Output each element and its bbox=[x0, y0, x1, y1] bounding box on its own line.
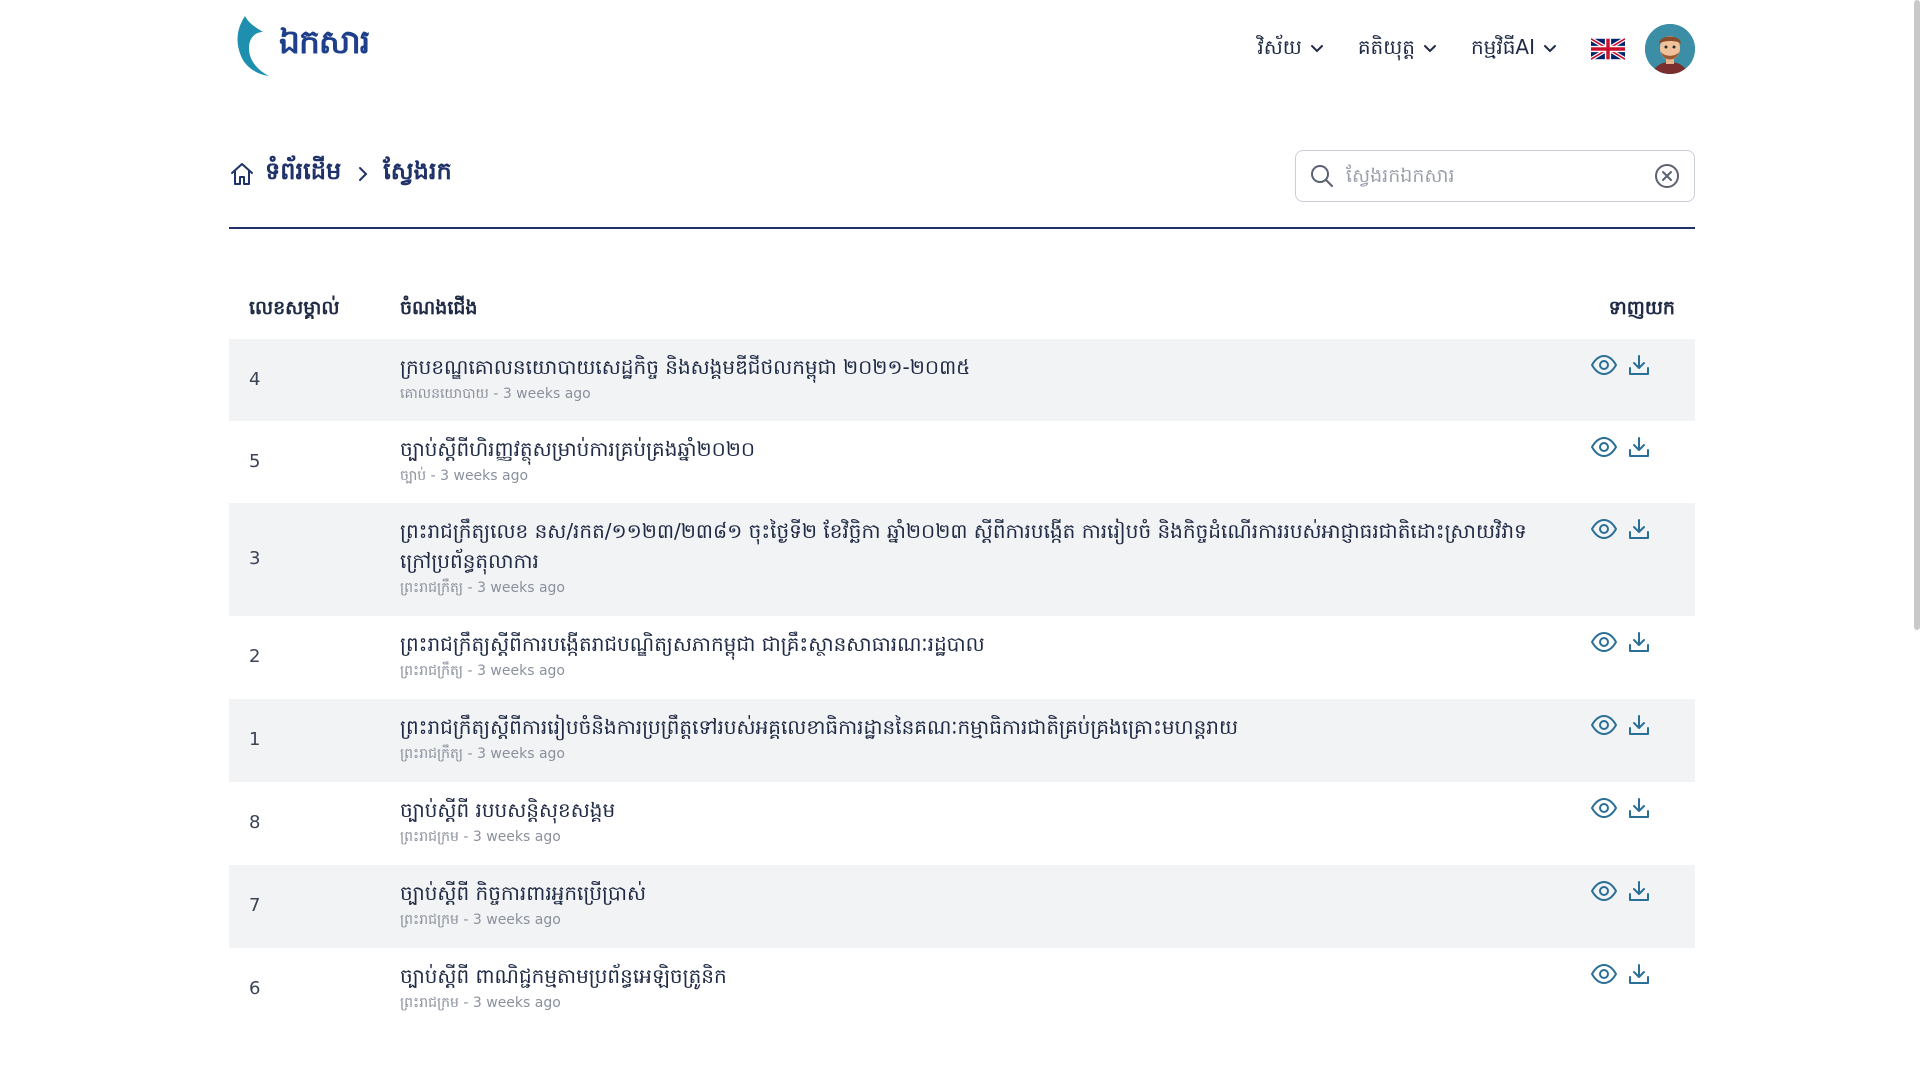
row-time: 3 weeks ago bbox=[502, 386, 591, 402]
row-time: 3 weeks ago bbox=[472, 829, 561, 845]
download-icon[interactable] bbox=[1627, 962, 1651, 986]
uk-flag-icon[interactable] bbox=[1591, 38, 1625, 60]
user-avatar[interactable] bbox=[1645, 24, 1695, 74]
row-category: ព្រះរាជក្រម bbox=[400, 912, 459, 928]
table-row[interactable]: 5 ច្បាប់ស្តីពីហិរញ្ញវត្ថុសម្រាប់ការគ្រប់… bbox=[229, 421, 1695, 503]
nav-item-label: វិស័យ bbox=[1257, 35, 1302, 59]
document-table: 4 ក្របខណ្ឌគោលនយោបាយសេដ្ឋកិច្ច និងសង្គមឌី… bbox=[229, 339, 1695, 1031]
row-title[interactable]: ព្រះរាជក្រឹត្យស្តីពីការរៀបចំនិងការប្រព្រ… bbox=[400, 712, 1545, 742]
nav-item-label: គតិយុត្ត bbox=[1357, 35, 1415, 59]
page-scrollbar[interactable] bbox=[1914, 0, 1920, 630]
table-row[interactable]: 2 ព្រះរាជក្រឹត្យស្តីពីការបង្កើតរាជបណ្ឌិត… bbox=[229, 616, 1695, 699]
row-meta: ព្រះរាជក្រឹត្យ - 3 weeks ago bbox=[400, 580, 565, 596]
view-eye-icon[interactable] bbox=[1591, 437, 1617, 457]
row-title[interactable]: ព្រះរាជក្រឹត្យលេខ នស/រកត/១១២៣/២៣៨១ ចុះថ្… bbox=[400, 516, 1545, 576]
row-time: 3 weeks ago bbox=[477, 746, 565, 762]
row-category: គោលនយោបាយ bbox=[400, 386, 489, 402]
row-category: ព្រះរាជក្រម bbox=[400, 829, 459, 845]
row-title[interactable]: ព្រះរាជក្រឹត្យស្តីពីការបង្កើតរាជបណ្ឌិត្យ… bbox=[400, 629, 1545, 659]
download-icon[interactable] bbox=[1627, 796, 1651, 820]
breadcrumb-row: ទំព័រដើម ស្វែងរក bbox=[229, 150, 1695, 204]
view-eye-icon[interactable] bbox=[1591, 798, 1617, 818]
row-meta: ព្រះរាជក្រម - 3 weeks ago bbox=[400, 912, 561, 928]
nav-item-ai-apps[interactable]: កម្មវិធីAI bbox=[1471, 34, 1557, 64]
breadcrumb-home-link[interactable]: ទំព័រដើម bbox=[265, 156, 341, 191]
row-category: ច្បាប់ bbox=[400, 468, 427, 484]
row-id: 8 bbox=[249, 812, 261, 833]
search-icon bbox=[1310, 164, 1334, 188]
view-eye-icon[interactable] bbox=[1591, 964, 1617, 984]
row-title[interactable]: ច្បាប់ស្តីពីហិរញ្ញវត្ថុសម្រាប់ការគ្រប់គ្… bbox=[400, 434, 1545, 464]
search-input[interactable] bbox=[1344, 164, 1654, 188]
logo-mark-icon bbox=[237, 16, 269, 76]
clear-search-icon[interactable] bbox=[1654, 163, 1680, 189]
view-eye-icon[interactable] bbox=[1591, 715, 1617, 735]
chevron-down-icon bbox=[1423, 44, 1437, 54]
row-id: 1 bbox=[249, 729, 261, 750]
table-row[interactable]: 4 ក្របខណ្ឌគោលនយោបាយសេដ្ឋកិច្ច និងសង្គមឌី… bbox=[229, 339, 1695, 421]
top-header: ឯកសារ វិស័យ គតិយុត្ត កម្មវិធីAI bbox=[229, 0, 1695, 100]
nav-item-sector[interactable]: វិស័យ bbox=[1257, 34, 1323, 64]
table-row[interactable]: 1 ព្រះរាជក្រឹត្យស្តីពីការរៀបចំនិងការប្រព… bbox=[229, 699, 1695, 782]
row-meta: ព្រះរាជក្រឹត្យ - 3 weeks ago bbox=[400, 663, 565, 679]
home-icon[interactable] bbox=[229, 161, 255, 187]
row-title[interactable]: ក្របខណ្ឌគោលនយោបាយសេដ្ឋកិច្ច និងសង្គមឌីជី… bbox=[400, 352, 1545, 382]
row-category: ព្រះរាជក្រឹត្យ bbox=[400, 580, 464, 596]
row-id: 5 bbox=[249, 451, 261, 472]
row-meta: ព្រះរាជក្រម - 3 weeks ago bbox=[400, 829, 561, 845]
row-id: 3 bbox=[249, 548, 261, 569]
view-eye-icon[interactable] bbox=[1591, 355, 1617, 375]
row-id: 2 bbox=[249, 646, 261, 667]
row-meta: ច្បាប់ - 3 weeks ago bbox=[400, 468, 529, 484]
row-title[interactable]: ច្បាប់ស្តីពី កិច្ចការពារអ្នកប្រើប្រាស់ bbox=[400, 878, 1545, 908]
row-time: 3 weeks ago bbox=[440, 468, 529, 484]
view-eye-icon[interactable] bbox=[1591, 519, 1617, 539]
column-header-id: លេខសម្គាល់ bbox=[249, 297, 340, 319]
row-meta: គោលនយោបាយ - 3 weeks ago bbox=[400, 386, 591, 402]
column-header-title: ចំណងជើង bbox=[400, 297, 478, 319]
row-title[interactable]: ច្បាប់ស្តីពី របបសន្តិសុខសង្គម bbox=[400, 795, 1545, 825]
header-divider bbox=[229, 227, 1695, 229]
view-eye-icon[interactable] bbox=[1591, 881, 1617, 901]
row-category: ព្រះរាជក្រឹត្យ bbox=[400, 746, 464, 762]
download-icon[interactable] bbox=[1627, 879, 1651, 903]
breadcrumb: ទំព័រដើម ស្វែងរក bbox=[229, 156, 452, 191]
row-time: 3 weeks ago bbox=[472, 995, 561, 1011]
nav-item-legal[interactable]: គតិយុត្ត bbox=[1358, 34, 1437, 64]
row-id: 7 bbox=[249, 895, 261, 916]
download-icon[interactable] bbox=[1627, 517, 1651, 541]
row-title[interactable]: ច្បាប់ស្តីពី ពាណិជ្ជកម្មតាមប្រព័ន្ធអេឡិច… bbox=[400, 961, 1545, 991]
row-meta: ព្រះរាជក្រម - 3 weeks ago bbox=[400, 995, 561, 1011]
chevron-down-icon bbox=[1310, 44, 1324, 54]
table-row[interactable]: 8 ច្បាប់ស្តីពី របបសន្តិសុខសង្គម ព្រះរាជក… bbox=[229, 782, 1695, 865]
logo-text: ឯកសារ bbox=[279, 22, 370, 61]
row-meta: ព្រះរាជក្រឹត្យ - 3 weeks ago bbox=[400, 746, 565, 762]
table-row[interactable]: 7 ច្បាប់ស្តីពី កិច្ចការពារអ្នកប្រើប្រាស់… bbox=[229, 865, 1695, 948]
chevron-right-icon bbox=[357, 165, 369, 183]
nav-item-label: កម្មវិធីAI bbox=[1470, 35, 1535, 59]
logo[interactable]: ឯកសារ bbox=[235, 12, 370, 80]
row-time: 3 weeks ago bbox=[477, 663, 565, 679]
column-header-download: ទាញយក bbox=[1608, 297, 1675, 319]
table-row[interactable]: 3 ព្រះរាជក្រឹត្យលេខ នស/រកត/១១២៣/២៣៨១ ចុះ… bbox=[229, 503, 1695, 616]
row-time: 3 weeks ago bbox=[472, 912, 561, 928]
download-icon[interactable] bbox=[1627, 435, 1651, 459]
main-nav: វិស័យ គតិយុត្ត កម្មវិធីAI bbox=[1257, 24, 1695, 74]
row-id: 6 bbox=[249, 978, 261, 999]
download-icon[interactable] bbox=[1627, 630, 1651, 654]
chevron-down-icon bbox=[1543, 44, 1557, 54]
view-eye-icon[interactable] bbox=[1591, 632, 1617, 652]
row-category: ព្រះរាជក្រឹត្យ bbox=[400, 663, 464, 679]
download-icon[interactable] bbox=[1627, 353, 1651, 377]
row-category: ព្រះរាជក្រម bbox=[400, 995, 459, 1011]
search-box bbox=[1295, 150, 1695, 202]
table-header: លេខសម្គាល់ ចំណងជើង ទាញយក bbox=[229, 288, 1695, 332]
download-icon[interactable] bbox=[1627, 713, 1651, 737]
table-row[interactable]: 6 ច្បាប់ស្តីពី ពាណិជ្ជកម្មតាមប្រព័ន្ធអេឡ… bbox=[229, 948, 1695, 1031]
row-time: 3 weeks ago bbox=[477, 580, 565, 596]
row-id: 4 bbox=[249, 369, 261, 390]
breadcrumb-current: ស្វែងរក bbox=[383, 157, 452, 185]
